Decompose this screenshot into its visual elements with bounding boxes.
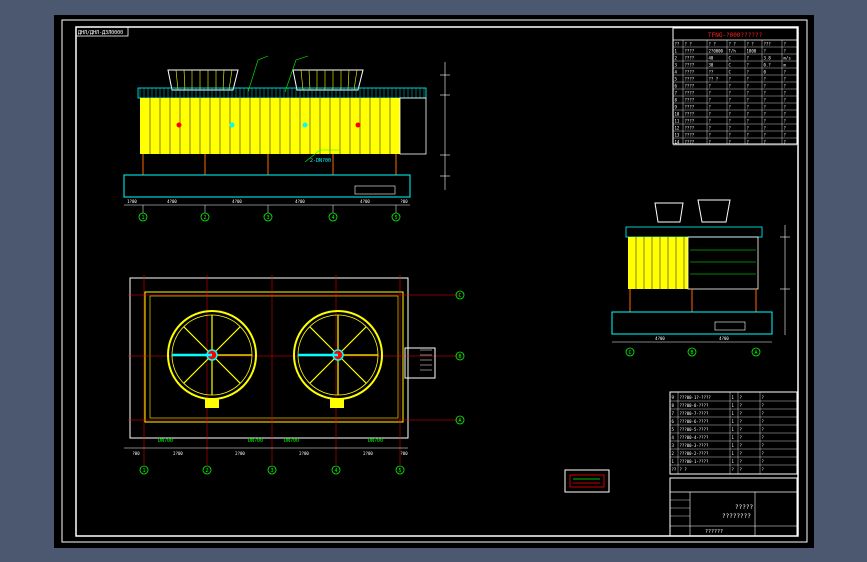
- spec-cell-13-1: ????: [685, 133, 695, 138]
- spec-cell-0-1: ? ?: [685, 42, 693, 47]
- spec-cell-2-5: 3.8: [764, 56, 772, 61]
- side-axis-B-label: B: [690, 350, 693, 356]
- spec-cell-9-1: ????: [685, 105, 695, 110]
- spec-cell-2-6: m/s: [784, 56, 792, 61]
- side-axis-C-label: C: [628, 350, 631, 356]
- plan-dim-3: 2?00: [299, 451, 309, 456]
- part-cell-4-1: ???00-5-????: [680, 427, 709, 432]
- spec-cell-13-0: 13: [675, 133, 680, 138]
- part-cell-7-1: ???00-2-????: [680, 451, 709, 456]
- plan-dim-4: 2?00: [363, 451, 373, 456]
- plan-axis-1-label: 1: [142, 468, 145, 474]
- front-axis-3-label: 3: [266, 215, 269, 221]
- spec-cell-0-0: ??: [675, 42, 680, 47]
- spec-cell-1-3: T/h: [729, 49, 737, 54]
- fan-plan-right: [293, 310, 383, 400]
- spec-cell-12-1: ????: [685, 126, 695, 131]
- spec-cell-0-3: ? ?: [729, 42, 737, 47]
- spec-cell-3-2: 30: [709, 63, 714, 68]
- front-dim-0: 1?00: [127, 199, 137, 204]
- spec-cell-2-2: 40: [709, 56, 714, 61]
- part-cell-1-1: ???00-8-????: [680, 403, 709, 408]
- pipe-label-1: DN?00: [248, 438, 263, 444]
- pipe-label-2: DN?00: [284, 438, 299, 444]
- side-dim-1: 4?00: [719, 336, 729, 341]
- spec-cell-12-0: 12: [675, 126, 680, 131]
- part-cell-9-0: ??: [672, 467, 677, 472]
- front-axis-4-label: 4: [331, 215, 334, 221]
- fan-plan-left: [167, 310, 257, 400]
- part-cell-5-1: ???00-4-????: [680, 435, 709, 440]
- pipe-label-3: DN?00: [368, 438, 383, 444]
- spec-cell-11-1: ????: [685, 119, 695, 124]
- front-axis-1-label: 1: [141, 215, 144, 221]
- plan-row-C-label: C: [458, 293, 461, 299]
- title-line-2: ????????: [722, 513, 751, 520]
- plan-axis-5-label: 5: [398, 468, 401, 474]
- front-leader-text: 2-DN?00: [310, 158, 331, 164]
- spec-cell-6-1: ????: [685, 84, 695, 89]
- pipe-label-0: DN?00: [158, 438, 173, 444]
- plan-dim-2: 2?00: [235, 451, 245, 456]
- plan-row-A-label: A: [458, 418, 461, 424]
- front-dim-4: 4?00: [360, 199, 370, 204]
- plan-axis-3-label: 3: [270, 468, 273, 474]
- spec-cell-14-0: 14: [675, 140, 680, 145]
- spec-cell-7-1: ????: [685, 91, 695, 96]
- front-dim-3: 4?00: [295, 199, 305, 204]
- title-footer: ??????: [705, 529, 723, 535]
- plan-dim-5: ?00: [400, 451, 408, 456]
- side-axis-A-label: A: [754, 350, 757, 356]
- side-dim-0: 4?00: [655, 336, 665, 341]
- plan-row-B-label: B: [458, 354, 461, 360]
- spec-cell-11-0: 11: [675, 119, 680, 124]
- spec-cell-1-2: 2?0000: [709, 49, 724, 54]
- front-axis-2-label: 2: [203, 215, 206, 221]
- spec-cell-0-4: ? ?: [747, 42, 755, 47]
- part-cell-0-1: ???00-1?-????: [680, 395, 712, 400]
- spec-cell-5-1: ????: [685, 77, 695, 82]
- plan-dim-1: 2?00: [173, 451, 183, 456]
- plan-axis-4-label: 4: [334, 468, 337, 474]
- spec-cell-10-0: 10: [675, 112, 680, 117]
- spec-cell-8-1: ????: [685, 98, 695, 103]
- part-cell-9-1: ? ?: [680, 467, 688, 472]
- spec-cell-3-5: 0.?: [764, 63, 772, 68]
- tower-body-side: [628, 237, 688, 289]
- front-dim-1: 4?00: [167, 199, 177, 204]
- part-cell-2-1: ???00-7-????: [680, 411, 709, 416]
- front-dim-5: ?00: [400, 199, 408, 204]
- spec-cell-14-1: ????: [685, 140, 695, 145]
- plan-dim-0: ?00: [132, 451, 140, 456]
- part-cell-6-1: ???00-3-????: [680, 443, 709, 448]
- spec-cell-1-1: ????: [685, 49, 695, 54]
- spec-cell-4-2: ??: [709, 70, 714, 75]
- spec-cell-0-5: ???: [764, 42, 772, 47]
- front-dim-2: 4?00: [232, 199, 242, 204]
- spec-cell-2-1: ????: [685, 56, 695, 61]
- spec-cell-4-1: ????: [685, 70, 695, 75]
- part-cell-8-1: ???00-1-????: [680, 459, 709, 464]
- part-cell-3-1: ???00-6-????: [680, 419, 709, 424]
- spec-table-title: TFNG-?000??????: [708, 32, 763, 39]
- title-tag: ДНЛ/ДНЛ-ДЗЛ0000: [78, 30, 123, 36]
- title-line-1: ?????: [735, 504, 753, 511]
- front-axis-5-label: 5: [394, 215, 397, 221]
- spec-cell-0-2: ? ?: [709, 42, 717, 47]
- spec-cell-10-1: ????: [685, 112, 695, 117]
- spec-cell-3-1: ????: [685, 63, 695, 68]
- drawing-canvas: ДНЛ/ДНЛ-ДЗЛ0000 2-DN?00 1?00 4?00 4?00 4…: [54, 15, 814, 548]
- plan-axis-2-label: 2: [205, 468, 208, 474]
- spec-cell-1-4: 1800: [747, 49, 757, 54]
- spec-cell-5-2: ?? ?: [709, 77, 719, 82]
